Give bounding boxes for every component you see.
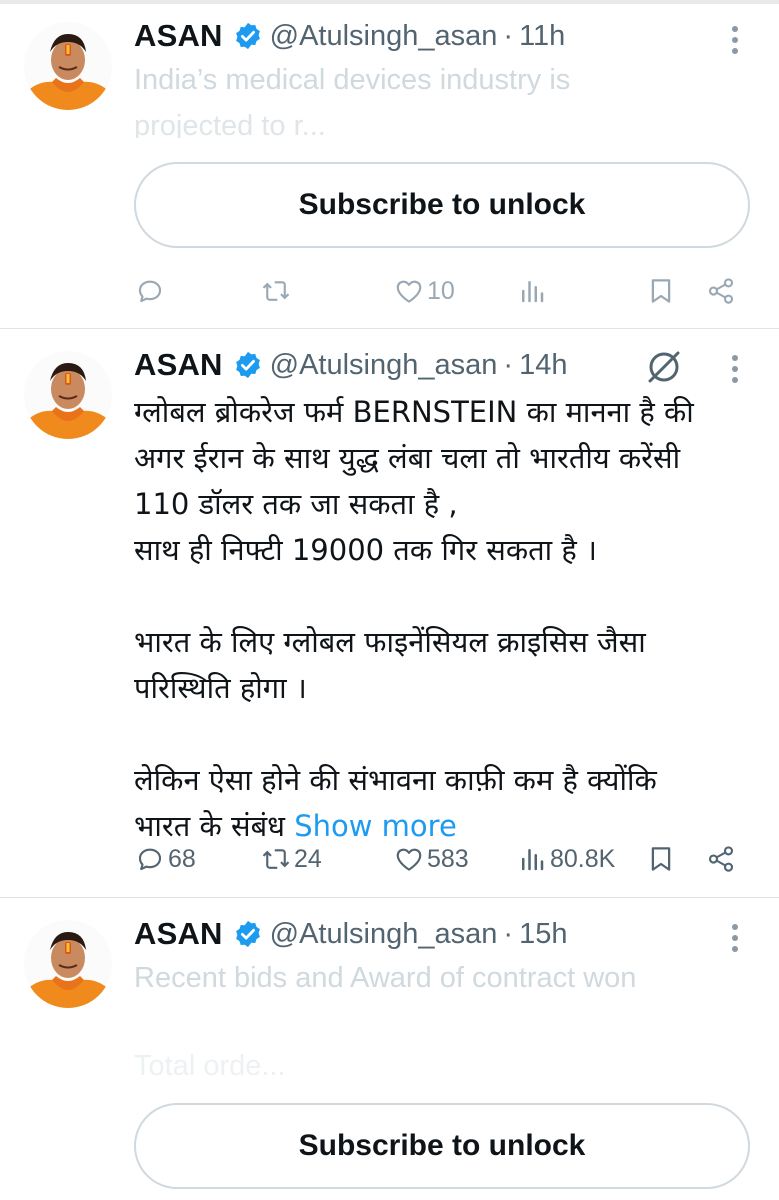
author-name[interactable]: ASAN <box>134 18 223 54</box>
avatar[interactable] <box>24 920 112 1008</box>
bookmark-button[interactable] <box>646 839 676 879</box>
reply-count: 68 <box>168 844 196 873</box>
views-button[interactable] <box>517 271 550 311</box>
separator-dot: · <box>503 19 514 52</box>
like-count: 583 <box>427 844 469 873</box>
retweet-button[interactable] <box>261 271 294 311</box>
tweet-text: ग्लोबल ब्रोकरेज फर्म BERNSTEIN का मानना … <box>134 389 744 849</box>
like-icon <box>394 844 424 874</box>
timestamp[interactable]: 14h <box>519 349 567 382</box>
reply-icon <box>135 276 165 306</box>
tweet-actions: 68 24 583 80.8K <box>0 839 779 879</box>
tweet-2[interactable]: ASAN @Atulsingh_asan · 14h ग्लोबल ब्रोकर… <box>0 329 779 897</box>
text-line: 110 डॉलर तक जा सकता है , <box>134 487 458 521</box>
tweet-1[interactable]: ASAN @Atulsingh_asan · 11h India’s medic… <box>0 0 779 328</box>
avatar[interactable] <box>24 351 112 439</box>
reply-button[interactable]: 68 <box>135 839 196 879</box>
text-line: भारत के लिए ग्लोबल फाइनेंसियल क्राइसिस ज… <box>134 625 646 659</box>
tweet-3[interactable]: ASAN @Atulsingh_asan · 15h Recent bids a… <box>0 898 779 1200</box>
author-handle[interactable]: @Atulsingh_asan <box>270 20 498 53</box>
text-line: साथ ही निफ्टी 19000 तक गिर सकता है । <box>134 533 597 567</box>
locked-preview-line-2: Total orde... <box>134 1050 286 1082</box>
timestamp[interactable]: 11h <box>519 20 565 53</box>
bookmark-button[interactable] <box>646 271 676 311</box>
views-count: 80.8K <box>550 844 616 873</box>
text-line: लेकिन ऐसा होने की संभावना काफ़ी कम है क्… <box>134 763 657 797</box>
text-fragment: भारत के संबंध <box>134 809 285 843</box>
timestamp[interactable]: 15h <box>519 918 567 951</box>
views-button[interactable]: 80.8K <box>517 839 615 879</box>
verified-badge-icon <box>233 919 263 949</box>
author-handle[interactable]: @Atulsingh_asan <box>270 918 498 951</box>
like-button[interactable]: 583 <box>394 839 469 879</box>
share-button[interactable] <box>706 271 736 311</box>
separator-dot: · <box>503 917 514 950</box>
share-icon <box>706 276 736 306</box>
locked-preview-line-1: Recent bids and Award of contract won <box>134 962 637 994</box>
share-button[interactable] <box>706 839 736 879</box>
retweet-icon <box>261 276 291 306</box>
verified-badge-icon <box>233 21 263 51</box>
locked-preview-line-1: India’s medical devices industry is <box>134 64 571 96</box>
retweet-button[interactable]: 24 <box>261 839 322 879</box>
views-icon <box>517 276 547 306</box>
bookmark-icon <box>646 276 676 306</box>
tweet-header: ASAN @Atulsingh_asan · 11h <box>134 18 565 54</box>
more-options-icon[interactable] <box>726 24 744 58</box>
text-line: परिस्थिति होगा । <box>134 671 307 705</box>
reply-icon <box>135 844 165 874</box>
more-options-icon[interactable] <box>726 922 744 956</box>
show-more-link[interactable]: Show more <box>294 809 457 843</box>
share-icon <box>706 844 736 874</box>
views-icon <box>517 844 547 874</box>
like-icon <box>394 276 424 306</box>
verified-badge-icon <box>233 350 263 380</box>
bookmark-icon <box>646 844 676 874</box>
author-handle[interactable]: @Atulsingh_asan <box>270 349 498 382</box>
subscribe-to-unlock-button[interactable]: Subscribe to unlock <box>134 1103 750 1189</box>
subscribe-to-unlock-button[interactable]: Subscribe to unlock <box>134 162 750 248</box>
tweet-header: ASAN @Atulsingh_asan · 14h <box>134 347 567 383</box>
grok-icon[interactable] <box>644 347 684 387</box>
author-name[interactable]: ASAN <box>134 347 223 383</box>
text-line: अगर ईरान के साथ युद्ध लंबा चला तो भारतीय… <box>134 441 681 475</box>
like-button[interactable]: 10 <box>394 271 455 311</box>
retweet-count: 24 <box>294 844 322 873</box>
more-options-icon[interactable] <box>726 353 744 387</box>
retweet-icon <box>261 844 291 874</box>
tweet-header: ASAN @Atulsingh_asan · 15h <box>134 916 567 952</box>
like-count: 10 <box>427 276 455 305</box>
text-line: ग्लोबल ब्रोकरेज फर्म BERNSTEIN का मानना … <box>134 395 694 429</box>
reply-button[interactable] <box>135 271 168 311</box>
avatar[interactable] <box>24 22 112 110</box>
locked-preview-line-2: projected to r... <box>134 110 326 138</box>
separator-dot: · <box>503 348 514 381</box>
tweet-actions: 10 <box>0 271 779 311</box>
author-name[interactable]: ASAN <box>134 916 223 952</box>
